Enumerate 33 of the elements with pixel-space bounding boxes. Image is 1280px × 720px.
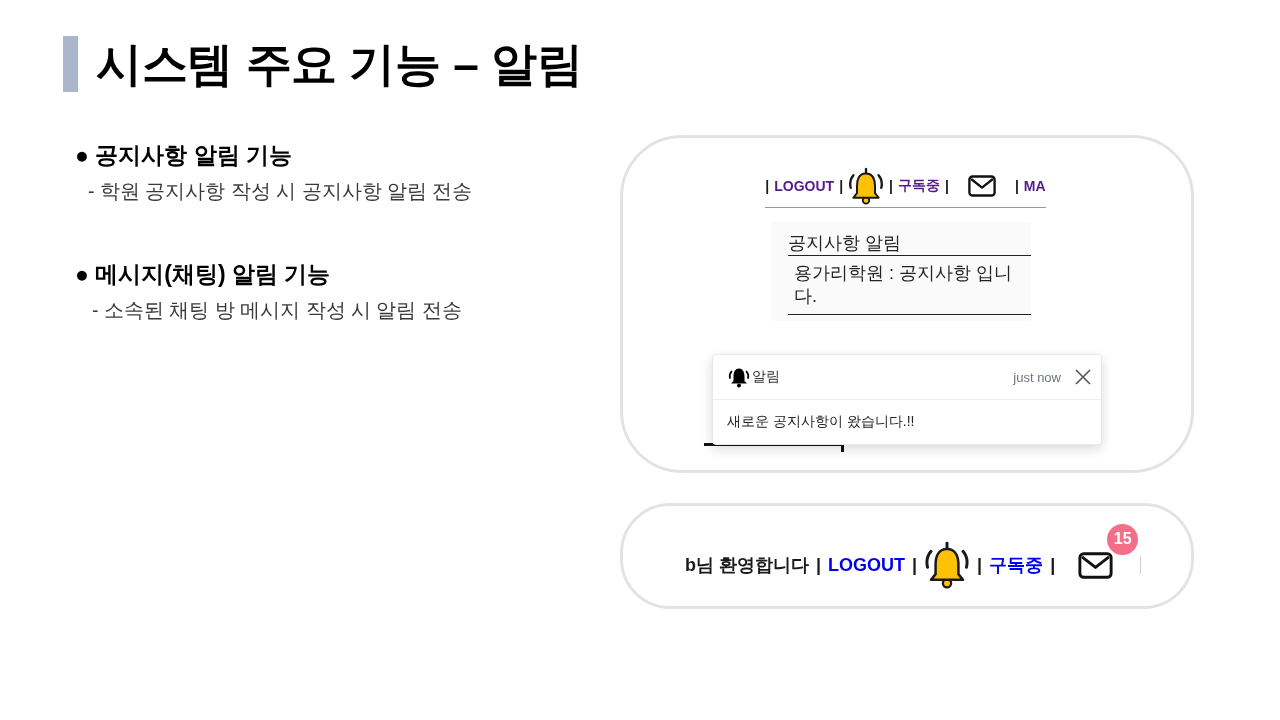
nav-separator: | xyxy=(765,178,770,194)
mail-icon[interactable] xyxy=(1078,551,1114,579)
toast-time: just now xyxy=(1013,369,1061,385)
mail-icon[interactable] xyxy=(967,175,996,197)
nav-separator: | xyxy=(889,178,893,194)
notification-badge: 15 xyxy=(1107,523,1139,555)
nav-separator: | xyxy=(977,554,983,576)
nav-link[interactable]: 구독중 xyxy=(898,177,940,195)
bell-icon[interactable] xyxy=(924,541,971,589)
nav-separator: | xyxy=(839,178,844,194)
toast-message: 새로운 공지사항이 왔습니다.!! xyxy=(727,413,915,431)
feature-heading: ● 메시지(채팅) 알림 기능 xyxy=(75,260,331,289)
nav-link[interactable]: LOGOUT xyxy=(828,554,906,576)
notice-message: 용가리학원 : 공지사항 입니다. xyxy=(794,262,1013,308)
slide-title: 시스템 주요 기능 – 알림 xyxy=(96,37,583,92)
bell-icon xyxy=(728,366,750,388)
nav-link[interactable]: MA xyxy=(1023,178,1046,194)
toast-title: 알림 xyxy=(752,368,780,386)
nav-link[interactable]: 구독중 xyxy=(989,553,1044,577)
feature-description: - 학원 공지사항 작성 시 공지사항 알림 전송 xyxy=(88,179,473,204)
nav-separator: | xyxy=(1014,178,1019,194)
close-icon[interactable] xyxy=(1075,369,1091,385)
bell-icon[interactable] xyxy=(848,167,885,205)
title-accent-bar xyxy=(63,36,78,92)
notice-title: 공지사항 알림 xyxy=(788,232,1031,256)
nav-separator: | xyxy=(816,554,822,576)
nav-separator: | xyxy=(912,554,918,576)
welcome-text: b님 환영합니다 xyxy=(685,554,809,577)
feature-heading: ● 공지사항 알림 기능 xyxy=(75,141,293,170)
nav-link[interactable]: LOGOUT xyxy=(774,178,835,194)
nav-separator: | xyxy=(1050,554,1056,576)
feature-description: - 소속된 채팅 방 메시지 작성 시 알림 전송 xyxy=(92,298,462,323)
nav-separator: | xyxy=(945,178,949,194)
